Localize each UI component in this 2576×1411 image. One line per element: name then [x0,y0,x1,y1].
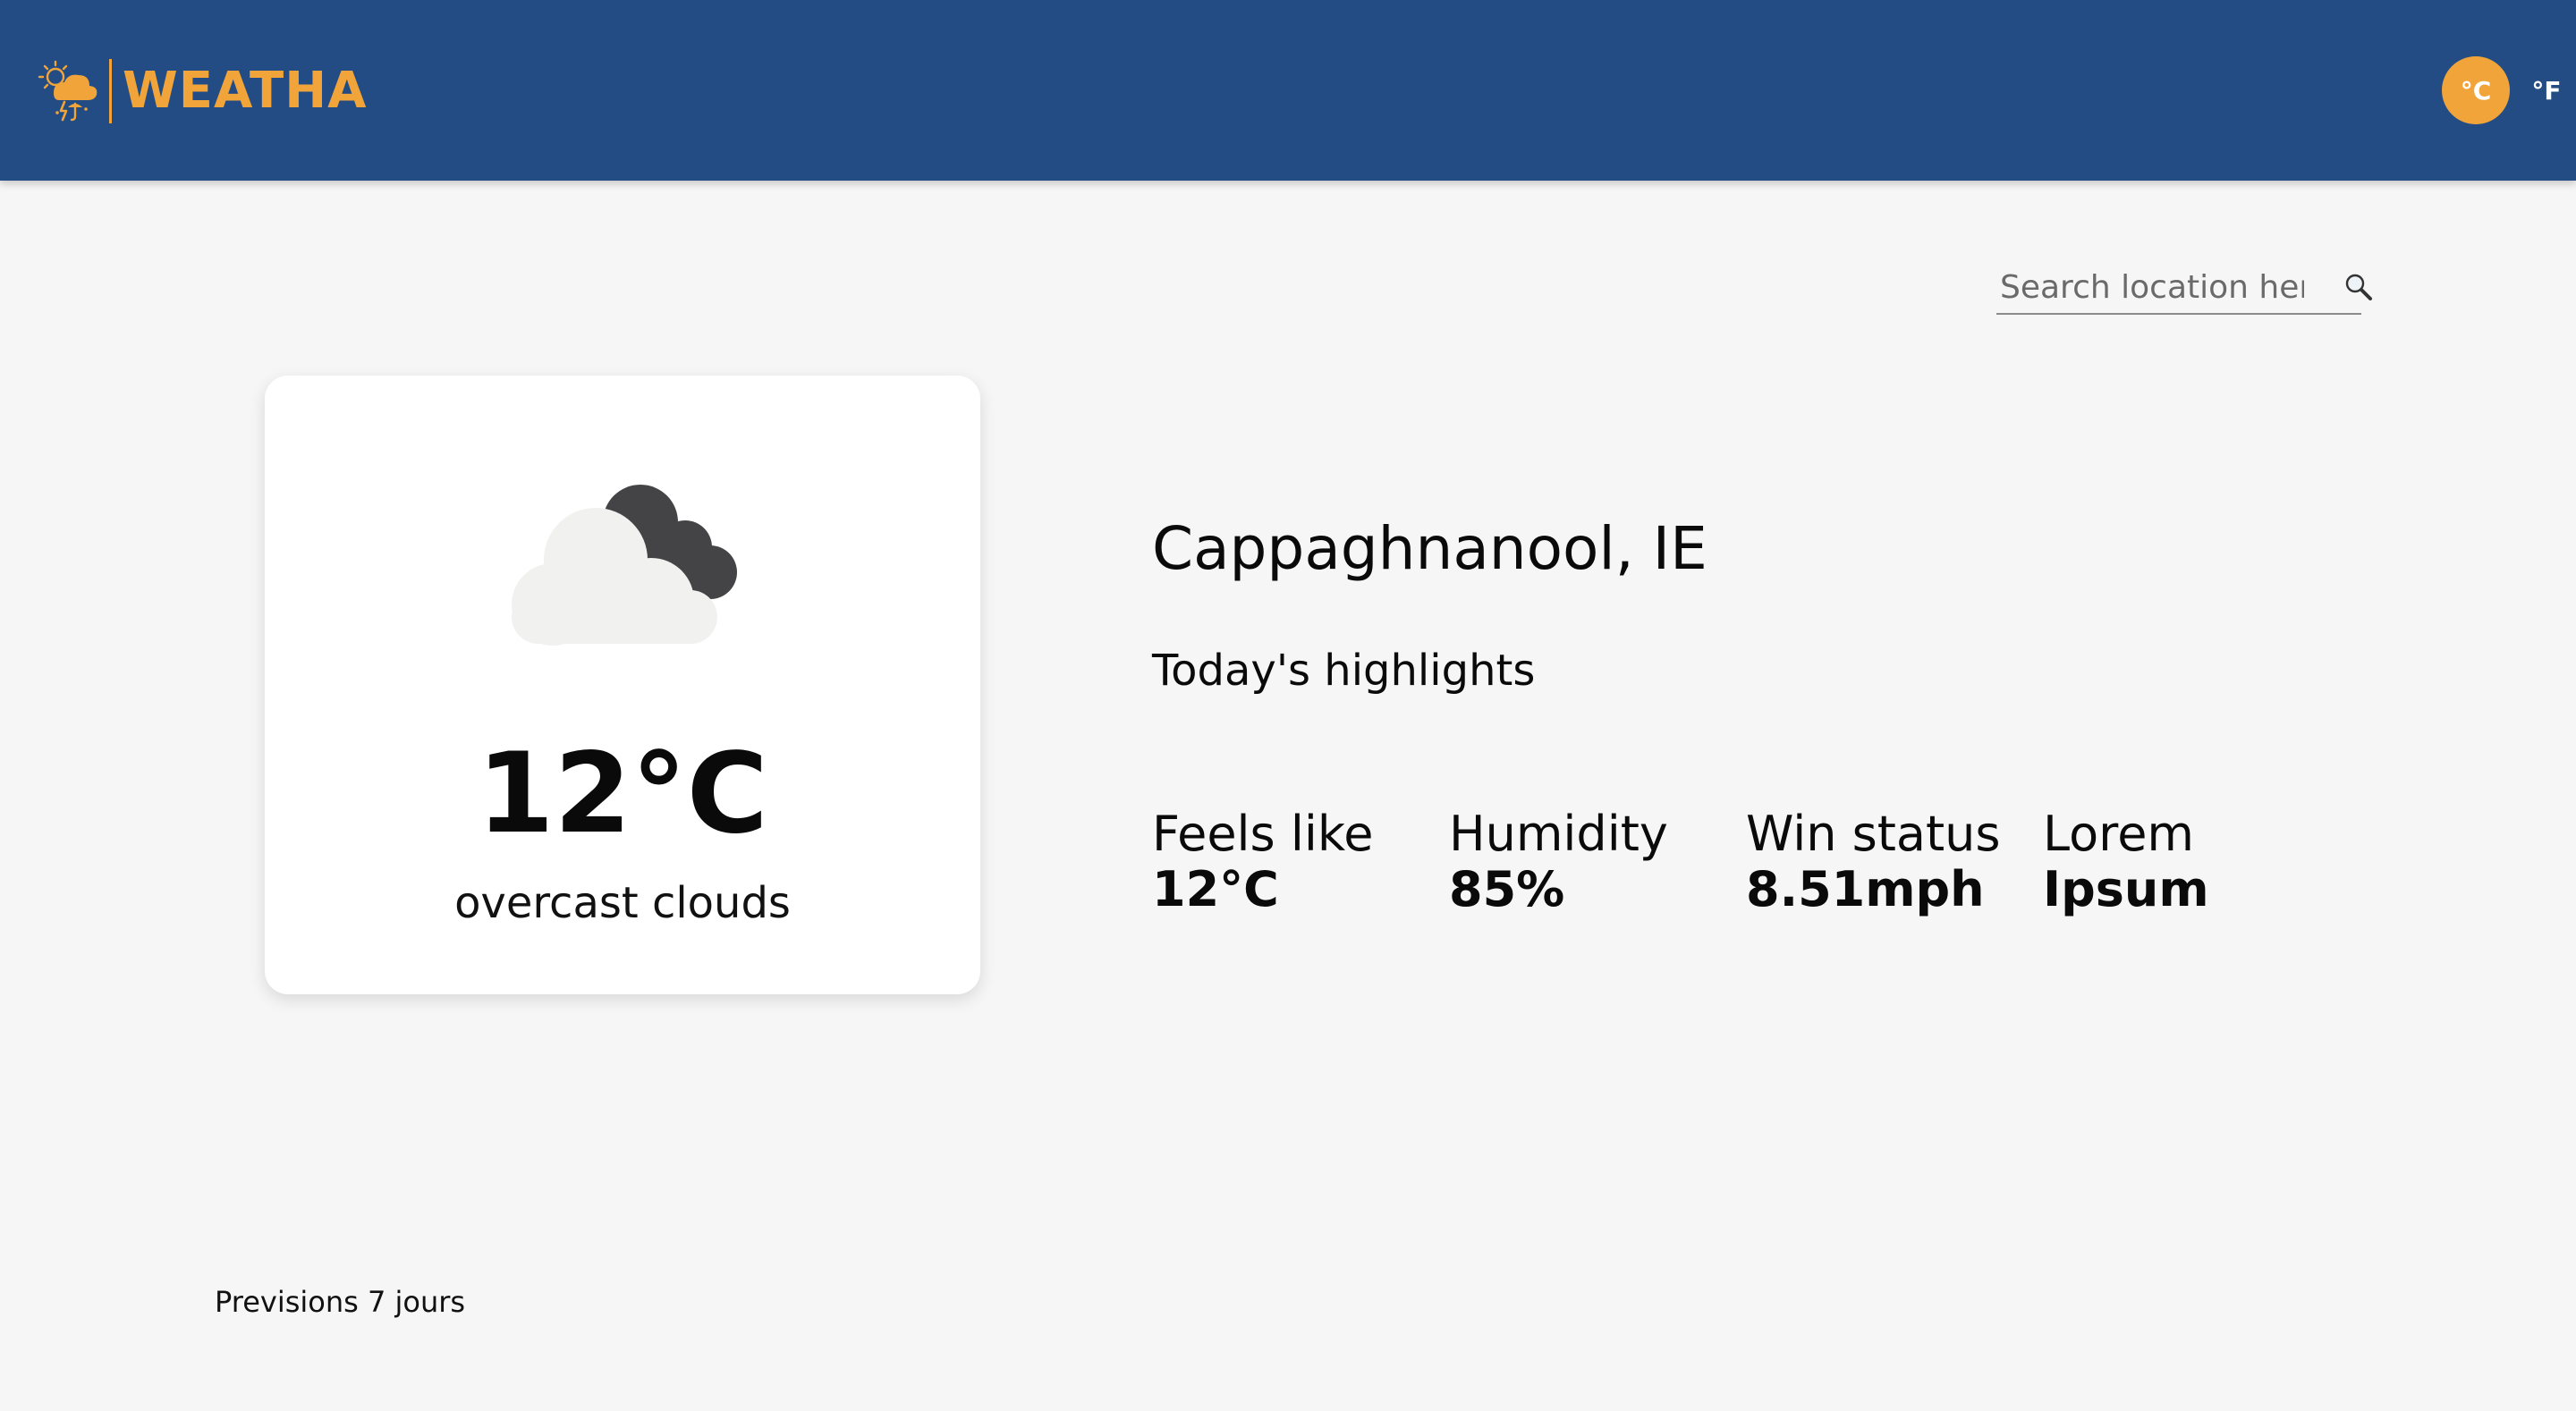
weather-condition: overcast clouds [454,878,791,928]
location-search [1996,265,2372,315]
brand-divider [109,59,112,123]
stat-humidity: Humidity 85% [1449,807,1735,917]
celsius-toggle-button[interactable]: °C [2442,56,2510,124]
stat-value: 8.51mph [1746,861,1985,917]
highlights-title: Today's highlights [1152,646,1536,696]
forecast-title: Previsions 7 jours [215,1285,466,1319]
fahrenheit-toggle-button[interactable]: °F [2526,56,2567,124]
weather-logo-icon [38,60,97,122]
brand-logo[interactable]: WEATHA [36,57,367,125]
stat-label: Humidity [1449,806,1668,862]
current-temperature: 12°C [477,730,768,858]
top-header: WEATHA °C °F [0,0,2576,181]
stat-label: Win status [1746,806,2001,862]
stat-value: 85% [1449,861,1565,917]
search-icon[interactable] [2343,272,2374,302]
stat-feels-like: Feels like 12°C [1152,807,1438,917]
stat-lorem: Lorem Ipsum [2043,807,2329,917]
stat-value: 12°C [1152,861,1279,917]
search-input[interactable] [2000,265,2304,309]
brand-name: WEATHA [123,62,368,120]
stat-label: Lorem [2043,806,2195,862]
stat-label: Feels like [1152,806,1374,862]
highlights-stats: Feels like 12°C Humidity 85% Win status … [1152,807,2225,932]
overcast-clouds-icon [512,485,737,646]
stat-wind-status: Win status 8.51mph [1746,807,2032,917]
location-name: Cappaghnanool, IE [1152,514,1707,583]
current-weather-card: 12°C overcast clouds [265,376,980,994]
stat-value: Ipsum [2043,861,2209,917]
